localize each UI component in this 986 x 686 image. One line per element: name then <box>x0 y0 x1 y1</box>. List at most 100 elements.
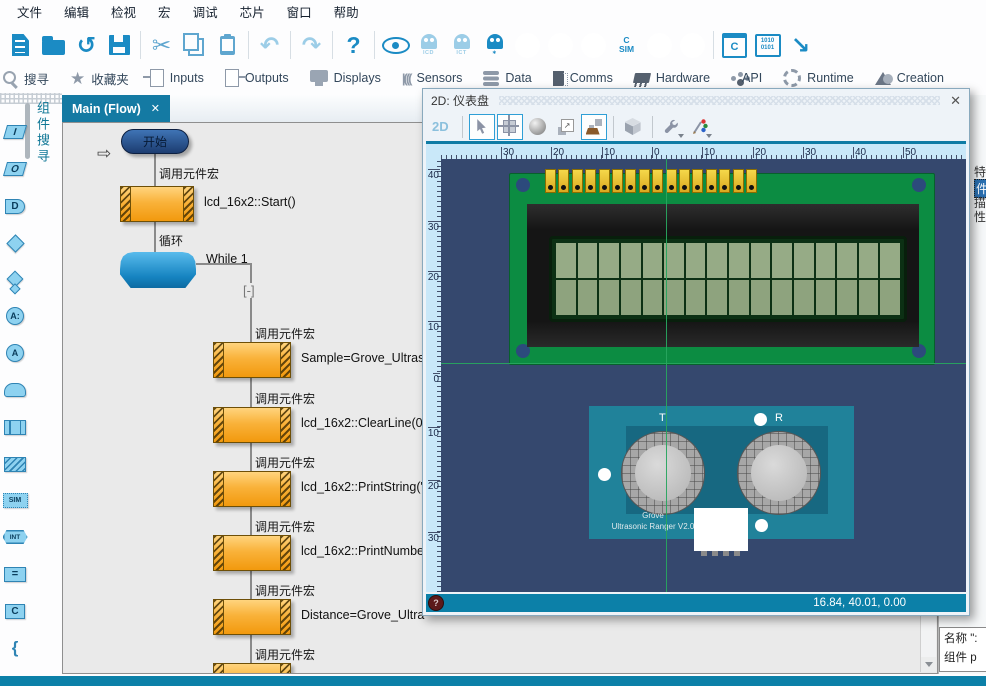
category-inputs[interactable]: Inputs <box>150 69 204 87</box>
menu-item-1[interactable]: 编辑 <box>53 2 100 21</box>
palette-comment[interactable]: { <box>0 631 30 665</box>
category-sensors[interactable]: |(((Sensors <box>402 71 462 86</box>
category-outputs[interactable]: Outputs <box>225 69 289 87</box>
title-drag-texture[interactable] <box>499 96 940 105</box>
lcd-16x2-component[interactable] <box>509 173 935 365</box>
help-dot-icon[interactable]: ? <box>428 595 444 611</box>
compile-to-chip-icon[interactable]: ↘ <box>785 28 816 62</box>
window-close-icon[interactable]: ✕ <box>950 93 961 109</box>
window-title-bar[interactable]: 2D: 仪表盘 ✕ <box>423 89 969 112</box>
lcd-pin <box>652 169 663 193</box>
data-icon <box>483 71 499 75</box>
loop-collapse-toggle[interactable]: [-] <box>242 283 256 298</box>
palette-decision[interactable] <box>0 226 30 260</box>
palette-goto-connection[interactable]: A <box>0 336 30 370</box>
flow-start-shape[interactable]: 开始 <box>121 129 189 154</box>
view-3d-cube-icon[interactable] <box>620 114 646 140</box>
stop-icon[interactable]: ■ <box>578 28 609 62</box>
c-code-view-icon[interactable]: C <box>719 28 750 62</box>
play-icon[interactable]: ▶ <box>512 28 543 62</box>
tab-close-icon[interactable]: ✕ <box>151 102 160 115</box>
category-runtime[interactable]: Runtime <box>783 69 854 87</box>
menu-item-3[interactable]: 宏 <box>147 2 182 21</box>
tab-main-flow[interactable]: Main (Flow) ✕ <box>62 95 170 122</box>
api-icon <box>731 76 736 81</box>
paste-icon[interactable] <box>212 28 243 62</box>
menu-item-4[interactable]: 调试 <box>182 2 229 21</box>
view-icon[interactable] <box>380 28 411 62</box>
menu-item-5[interactable]: 芯片 <box>229 2 276 21</box>
scale-tool-icon[interactable] <box>553 114 579 140</box>
cut-icon[interactable]: ✂ <box>146 28 177 62</box>
palette-interrupt[interactable]: INT <box>0 520 30 554</box>
category-creation[interactable]: Creation <box>875 71 944 85</box>
category-search[interactable]: 搜寻 <box>2 69 49 88</box>
select-tool-icon[interactable] <box>469 114 495 140</box>
palette-c-code[interactable]: C <box>0 594 30 628</box>
menu-item-6[interactable]: 窗口 <box>276 2 323 21</box>
palette-input[interactable]: I <box>0 115 30 149</box>
reload-icon[interactable]: ↺ <box>71 28 102 62</box>
palette-loop[interactable] <box>0 373 30 407</box>
palette-decision-icon <box>6 234 24 252</box>
move-tool-icon[interactable] <box>497 114 523 140</box>
dashboard-2d-window[interactable]: 2D: 仪表盘 ✕ 2D 30201001020304050 403020100… <box>422 88 970 616</box>
redo-icon[interactable]: ↷ <box>296 28 327 62</box>
c-sim-icon[interactable]: C SIM <box>611 28 642 62</box>
settings-wrench-icon[interactable] <box>659 114 685 140</box>
step-icon[interactable]: ▶❘ <box>644 28 675 62</box>
right-panel-glyph-3[interactable]: 性 <box>974 208 986 225</box>
rotate-tool-icon[interactable] <box>525 114 551 140</box>
flow-component-macro-block[interactable] <box>213 535 291 571</box>
flow-component-macro-block[interactable] <box>213 407 291 443</box>
ruler-tick-label: 30 <box>501 147 514 158</box>
new-file-icon[interactable] <box>5 28 36 62</box>
flow-component-macro-block[interactable] <box>213 599 291 635</box>
palette-output[interactable]: O <box>0 152 30 186</box>
palette-simulation[interactable]: SIM <box>0 483 30 517</box>
menu-item-2[interactable]: 检视 <box>100 2 147 21</box>
dashboard-scene[interactable]: T R Grove Ultrasonic Ranger V2.0 <box>441 159 966 592</box>
fast-forward-icon[interactable]: ▶▶ <box>677 28 708 62</box>
category-favorites[interactable]: ★收藏夹 <box>70 69 129 88</box>
open-file-icon[interactable] <box>38 28 69 62</box>
flow-component-macro-block[interactable] <box>120 186 194 222</box>
flow-loop-shape[interactable] <box>120 252 196 288</box>
category-displays[interactable]: Displays <box>310 70 381 86</box>
help-icon[interactable]: ? <box>338 28 369 62</box>
right-panel-glyph-0[interactable]: 特 <box>974 163 986 180</box>
category-hardware[interactable]: Hardware <box>634 71 710 85</box>
binary-icon[interactable]: 1010 0101 <box>752 28 783 62</box>
insert-cursor-icon: ⇨ <box>97 144 111 164</box>
palette-component-macro[interactable] <box>0 447 30 481</box>
dropdown-caret-icon <box>706 134 712 138</box>
appearance-brush-icon[interactable] <box>687 114 713 140</box>
ruler-tick-label: 20 <box>428 271 440 283</box>
palette-delay[interactable]: D <box>0 189 30 223</box>
flow-component-macro-block[interactable] <box>213 342 291 378</box>
menu-item-7[interactable]: 帮助 <box>323 2 370 21</box>
flow-component-macro-block[interactable] <box>213 663 291 674</box>
category-comms[interactable]: Comms <box>553 71 613 86</box>
lcd-cell <box>880 280 900 315</box>
undo-icon[interactable]: ↶ <box>254 28 285 62</box>
ghost-ict-icon[interactable]: ICT <box>446 28 477 62</box>
scroll-down-icon[interactable] <box>921 657 936 672</box>
palette-connection-point[interactable]: A: <box>0 299 30 333</box>
menu-item-0[interactable]: 文件 <box>6 2 53 21</box>
ghost-icd-icon[interactable]: ICD <box>413 28 444 62</box>
category-label: Data <box>505 71 531 85</box>
flow-component-macro-block[interactable] <box>213 471 291 507</box>
lcd-bezel <box>527 204 919 347</box>
category-api[interactable]: API <box>731 71 762 85</box>
component-search-label[interactable]: 组件搜寻 <box>33 101 52 165</box>
save-icon[interactable] <box>104 28 135 62</box>
category-data[interactable]: Data <box>483 71 531 85</box>
palette-macro[interactable] <box>0 410 30 444</box>
orientation-tool-icon[interactable] <box>581 114 607 140</box>
copy-icon[interactable] <box>179 28 210 62</box>
pause-icon[interactable]: ❙❙ <box>545 28 576 62</box>
palette-calculation[interactable]: = <box>0 557 30 591</box>
ghost-break-icon[interactable]: ∗ <box>479 28 510 62</box>
palette-switch[interactable] <box>0 262 30 296</box>
